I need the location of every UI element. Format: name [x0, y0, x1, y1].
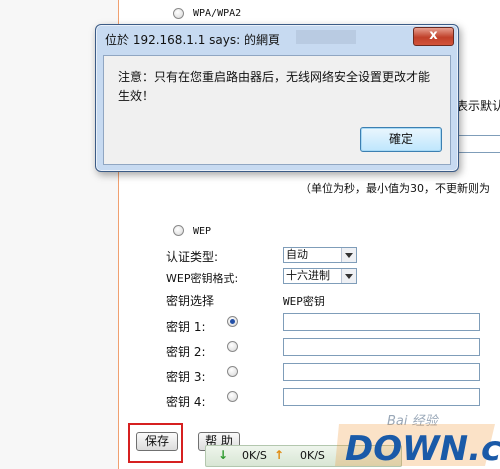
wpa-label: WPA/WPA2	[193, 8, 242, 19]
group-key-input[interactable]	[457, 135, 500, 153]
auth-type-label: 认证类型:	[166, 250, 219, 264]
wep-format-label: WEP密钥格式:	[166, 272, 239, 285]
default-hint-text: 表示默认	[456, 99, 500, 113]
dialog-message-line2: 生效！	[118, 89, 155, 103]
dialog-title: 位於 192.168.1.1 says: 的網頁	[105, 33, 280, 47]
alert-dialog: 位於 192.168.1.1 says: 的網頁 x 注意：只有在您重启路由器后…	[95, 24, 459, 172]
key-2-label: 密钥 2:	[166, 345, 206, 359]
wep-radio[interactable]	[173, 225, 184, 236]
key-4-label: 密钥 4:	[166, 395, 206, 409]
download-speed: 0K/S	[242, 449, 267, 462]
key-2-input[interactable]	[283, 338, 480, 356]
wpa-radio[interactable]	[173, 8, 184, 19]
wep-key-header: WEP密钥	[283, 295, 325, 308]
watermark-text: DOWN.cc	[345, 429, 500, 468]
wep-format-select[interactable]: 十六进制	[283, 268, 357, 284]
save-button-highlight	[128, 423, 183, 463]
key-1-label: 密钥 1:	[166, 320, 206, 334]
download-arrow-icon: ↓	[218, 448, 229, 462]
key-4-radio[interactable]	[227, 391, 238, 402]
ok-button[interactable]: 確定	[360, 127, 442, 152]
update-interval-hint: （单位为秒，最小值为30，不更新则为	[300, 182, 490, 195]
auth-type-value: 自动	[286, 248, 308, 261]
key-4-input[interactable]	[283, 388, 480, 406]
key-3-input[interactable]	[283, 363, 480, 381]
down-cc-logo: DOWN.cc	[335, 424, 500, 468]
wep-format-value: 十六进制	[286, 269, 330, 282]
close-button[interactable]: x	[413, 27, 454, 46]
key-1-input[interactable]	[283, 313, 480, 331]
wep-label: WEP	[193, 226, 212, 237]
key-3-label: 密钥 3:	[166, 370, 206, 384]
title-blur	[296, 30, 356, 44]
dialog-message-line1: 注意：只有在您重启路由器后，无线网络安全设置更改才能	[118, 70, 431, 84]
chevron-down-icon	[341, 269, 356, 283]
site-watermark: Bai 经验 DOWN.cc	[335, 410, 500, 469]
auth-type-select[interactable]: 自动	[283, 247, 357, 263]
dialog-body: 注意：只有在您重启路由器后，无线网络安全设置更改才能 生效！ 確定	[103, 55, 451, 165]
upload-speed: 0K/S	[300, 449, 325, 462]
close-icon: x	[429, 28, 438, 43]
key-select-label: 密钥选择	[166, 294, 215, 308]
upload-arrow-icon: ↑	[274, 448, 285, 462]
key-1-radio[interactable]	[227, 316, 238, 327]
key-3-radio[interactable]	[227, 366, 238, 377]
key-2-radio[interactable]	[227, 341, 238, 352]
chevron-down-icon	[341, 248, 356, 262]
